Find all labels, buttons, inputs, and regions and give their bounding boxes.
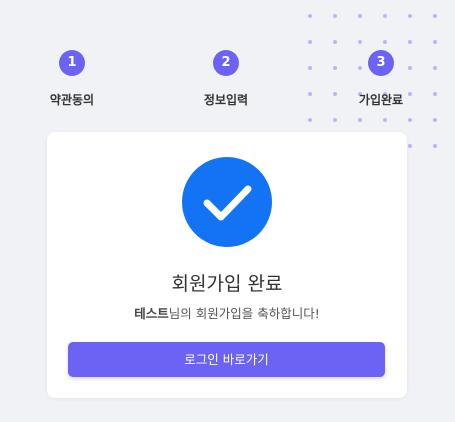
step-number-badge: 2 [213,50,239,76]
step-number-badge: 3 [368,50,394,76]
step-number-badge: 1 [59,50,85,76]
step-complete: 3 가입완료 [331,50,431,108]
step-terms: 1 약관동의 [22,50,122,108]
complete-title: 회원가입 완료 [171,273,283,295]
welcome-message-text: 님의 회원가입을 축하합니다! [168,306,320,321]
user-name: 테스트 [134,306,169,321]
decoration-dot [433,144,437,148]
check-icon [182,157,272,247]
step-label: 가입완료 [358,93,404,107]
step-label: 정보입력 [203,93,249,107]
signup-progress-steps: 1 약관동의 2 정보입력 3 가입완료 [0,0,455,120]
step-label: 약관동의 [49,93,95,107]
welcome-message: 테스트님의 회원가입을 축하합니다! [47,303,407,322]
step-info: 2 정보입력 [176,50,276,108]
login-shortcut-button[interactable]: 로그인 바로가기 [68,342,385,377]
decoration-dot [408,144,412,148]
signup-complete-card: 회원가입 완료 테스트님의 회원가입을 축하합니다! 로그인 바로가기 [47,132,407,398]
